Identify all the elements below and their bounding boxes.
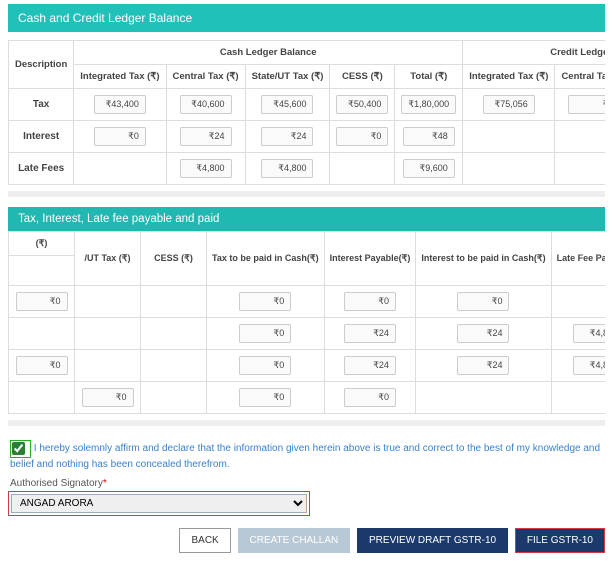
col-c-cen-tax: Central Tax (₹) <box>555 65 605 89</box>
cell-value: ₹48 <box>403 127 455 146</box>
cell-value: ₹0 <box>239 324 291 343</box>
col-total: Total (₹) <box>395 65 463 89</box>
payable-table: (₹) /UT Tax (₹) CESS (₹) Tax to be paid … <box>8 231 605 414</box>
table-row: ₹0 ₹0 ₹24 ₹24 ₹4,800 ₹4,800 ₹4,824 ₹0 <box>9 350 606 382</box>
cell-value: ₹0 <box>344 388 396 407</box>
col-h7: Late Fee Payable(₹) <box>551 232 605 286</box>
cell-value: ₹24 <box>180 127 232 146</box>
col-stut-tax: State/UT Tax (₹) <box>245 65 330 89</box>
table-row: Tax ₹43,400 ₹40,600 ₹45,600 ₹50,400 ₹1,8… <box>9 89 606 121</box>
affirm-checkbox[interactable] <box>12 442 25 455</box>
back-button[interactable]: BACK <box>179 528 230 553</box>
table-row: Late Fees ₹4,800 ₹4,800 ₹9,600 <box>9 153 606 185</box>
col-h2: /UT Tax (₹) <box>75 232 141 286</box>
row-tax-label: Tax <box>9 89 74 121</box>
cell-value: ₹24 <box>457 356 509 375</box>
col-group-cash: Cash Ledger Balance <box>74 41 463 65</box>
cell-value: ₹50,400 <box>336 95 388 114</box>
cell-value: ₹0 <box>82 388 134 407</box>
col-h5: Interest Payable(₹) <box>324 232 416 286</box>
cell-value: ₹0 <box>457 292 509 311</box>
preview-draft-button[interactable]: PREVIEW DRAFT GSTR-10 <box>357 528 508 553</box>
cell-value: ₹0 <box>94 127 146 146</box>
cell-value: ₹9,600 <box>403 159 455 178</box>
cell-value: ₹75,056 <box>483 95 535 114</box>
row-latefees-label: Late Fees <box>9 153 74 185</box>
cell-value: ₹0 <box>568 95 605 114</box>
cell-value: ₹4,800 <box>573 356 605 375</box>
cell-value: ₹1,80,000 <box>401 95 456 114</box>
cell-value: ₹0 <box>16 356 68 375</box>
col-c-int-tax: Integrated Tax (₹) <box>463 65 555 89</box>
cell-value: ₹4,800 <box>180 159 232 178</box>
cell-value: ₹24 <box>457 324 509 343</box>
cell-value: ₹24 <box>344 356 396 375</box>
ledger-balance-header: Cash and Credit Ledger Balance <box>8 4 605 32</box>
affirm-text: I hereby solemnly affirm and declare tha… <box>10 443 600 470</box>
cell-value: ₹45,600 <box>261 95 313 114</box>
affirmation-row: I hereby solemnly affirm and declare tha… <box>10 440 603 472</box>
cell-value: ₹40,600 <box>180 95 232 114</box>
cell-value: ₹24 <box>344 324 396 343</box>
file-gstr10-button[interactable]: FILE GSTR-10 <box>515 528 605 553</box>
col-h3: CESS (₹) <box>141 232 207 286</box>
col-cess: CESS (₹) <box>330 65 395 89</box>
cell-value: ₹0 <box>239 388 291 407</box>
table-row: Interest ₹0 ₹24 ₹24 ₹0 ₹48 <box>9 121 606 153</box>
ledger-scroll-area[interactable]: Description Cash Ledger Balance Credit L… <box>8 40 605 197</box>
cell-value: ₹0 <box>239 292 291 311</box>
create-challan-button: CREATE CHALLAN <box>238 528 351 553</box>
cell-value: ₹0 <box>239 356 291 375</box>
table-row: ₹0 ₹0 ₹0 ₹0 <box>9 382 606 414</box>
payable-scroll-area[interactable]: (₹) /UT Tax (₹) CESS (₹) Tax to be paid … <box>8 231 605 426</box>
col-h6: Interest to be paid in Cash(₹) <box>416 232 551 286</box>
signatory-select[interactable]: ANGAD ARORA <box>11 494 307 513</box>
cell-value: ₹43,400 <box>94 95 146 114</box>
action-buttons: BACK CREATE CHALLAN PREVIEW DRAFT GSTR-1… <box>8 528 605 553</box>
table-row: ₹0 ₹24 ₹24 ₹4,800 ₹4,800 ₹4,824 ₹0 <box>9 318 606 350</box>
col-h1: (₹) <box>9 232 75 256</box>
signatory-label: Authorised Signatory* <box>10 478 603 489</box>
col-cen-tax: Central Tax (₹) <box>166 65 245 89</box>
cell-value: ₹24 <box>261 127 313 146</box>
col-group-credit: Credit Ledger B <box>463 41 605 65</box>
ledger-table: Description Cash Ledger Balance Credit L… <box>8 40 605 185</box>
cell-value: ₹4,800 <box>261 159 313 178</box>
payable-header: Tax, Interest, Late fee payable and paid <box>8 207 605 231</box>
cell-value: ₹0 <box>344 292 396 311</box>
cell-value: ₹0 <box>336 127 388 146</box>
table-row: ₹0 ₹0 ₹0 ₹0 ₹0 <box>9 286 606 318</box>
cell-value: ₹4,800 <box>573 324 605 343</box>
row-interest-label: Interest <box>9 121 74 153</box>
col-int-tax: Integrated Tax (₹) <box>74 65 166 89</box>
col-h4: Tax to be paid in Cash(₹) <box>207 232 325 286</box>
cell-value: ₹0 <box>16 292 68 311</box>
col-description: Description <box>9 41 74 89</box>
